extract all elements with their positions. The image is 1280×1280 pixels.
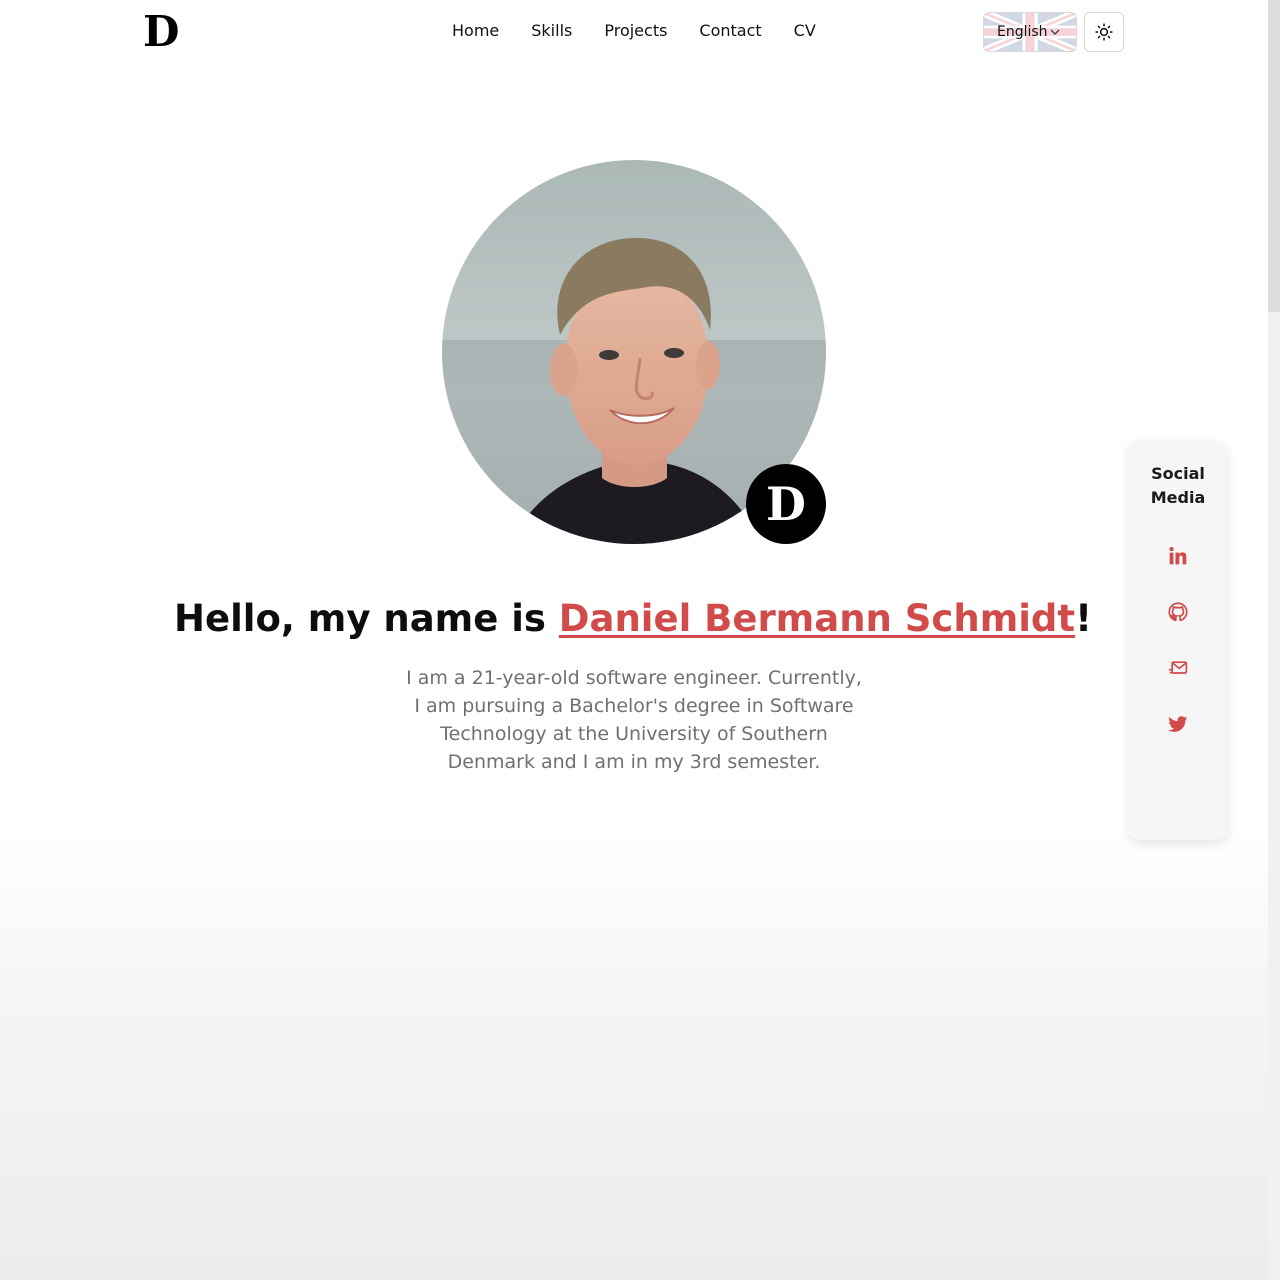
scrollbar-thumb[interactable]: [1268, 0, 1280, 312]
twitter-icon[interactable]: [1168, 714, 1188, 734]
page-scrollbar[interactable]: [1268, 0, 1280, 1280]
language-select[interactable]: English: [983, 12, 1077, 52]
social-title-line2: Media: [1150, 488, 1206, 507]
github-icon[interactable]: [1168, 602, 1188, 622]
social-title-line1: Social: [1151, 464, 1205, 483]
nav-contact[interactable]: Contact: [683, 14, 777, 48]
linkedin-icon[interactable]: [1168, 546, 1188, 566]
language-label: English: [997, 24, 1048, 40]
exclaim-text: !: [1075, 597, 1092, 640]
greeting-text: Hello, my name is: [174, 597, 559, 640]
site-logo[interactable]: D: [143, 8, 179, 56]
social-media-title: Social Media: [1128, 462, 1228, 510]
mail-icon[interactable]: [1168, 658, 1188, 678]
sun-icon: [1095, 23, 1113, 41]
nav-home[interactable]: Home: [436, 14, 515, 48]
name-link[interactable]: Daniel Bermann Schmidt: [559, 597, 1075, 640]
nav-skills[interactable]: Skills: [515, 14, 588, 48]
logo-badge: D: [746, 464, 826, 544]
bio-text: I am a 21-year-old software engineer. Cu…: [406, 667, 862, 773]
main-nav: Home Skills Projects Contact CV: [436, 14, 832, 48]
nav-projects[interactable]: Projects: [588, 14, 683, 48]
social-media-panel: Social Media: [1128, 440, 1228, 840]
theme-toggle-button[interactable]: [1084, 12, 1124, 52]
profile-avatar-wrap: D: [442, 160, 826, 544]
nav-cv[interactable]: CV: [778, 14, 832, 48]
chevron-down-icon: [1050, 29, 1060, 35]
page-title: Hello, my name is Daniel Bermann Schmidt…: [0, 596, 1266, 642]
